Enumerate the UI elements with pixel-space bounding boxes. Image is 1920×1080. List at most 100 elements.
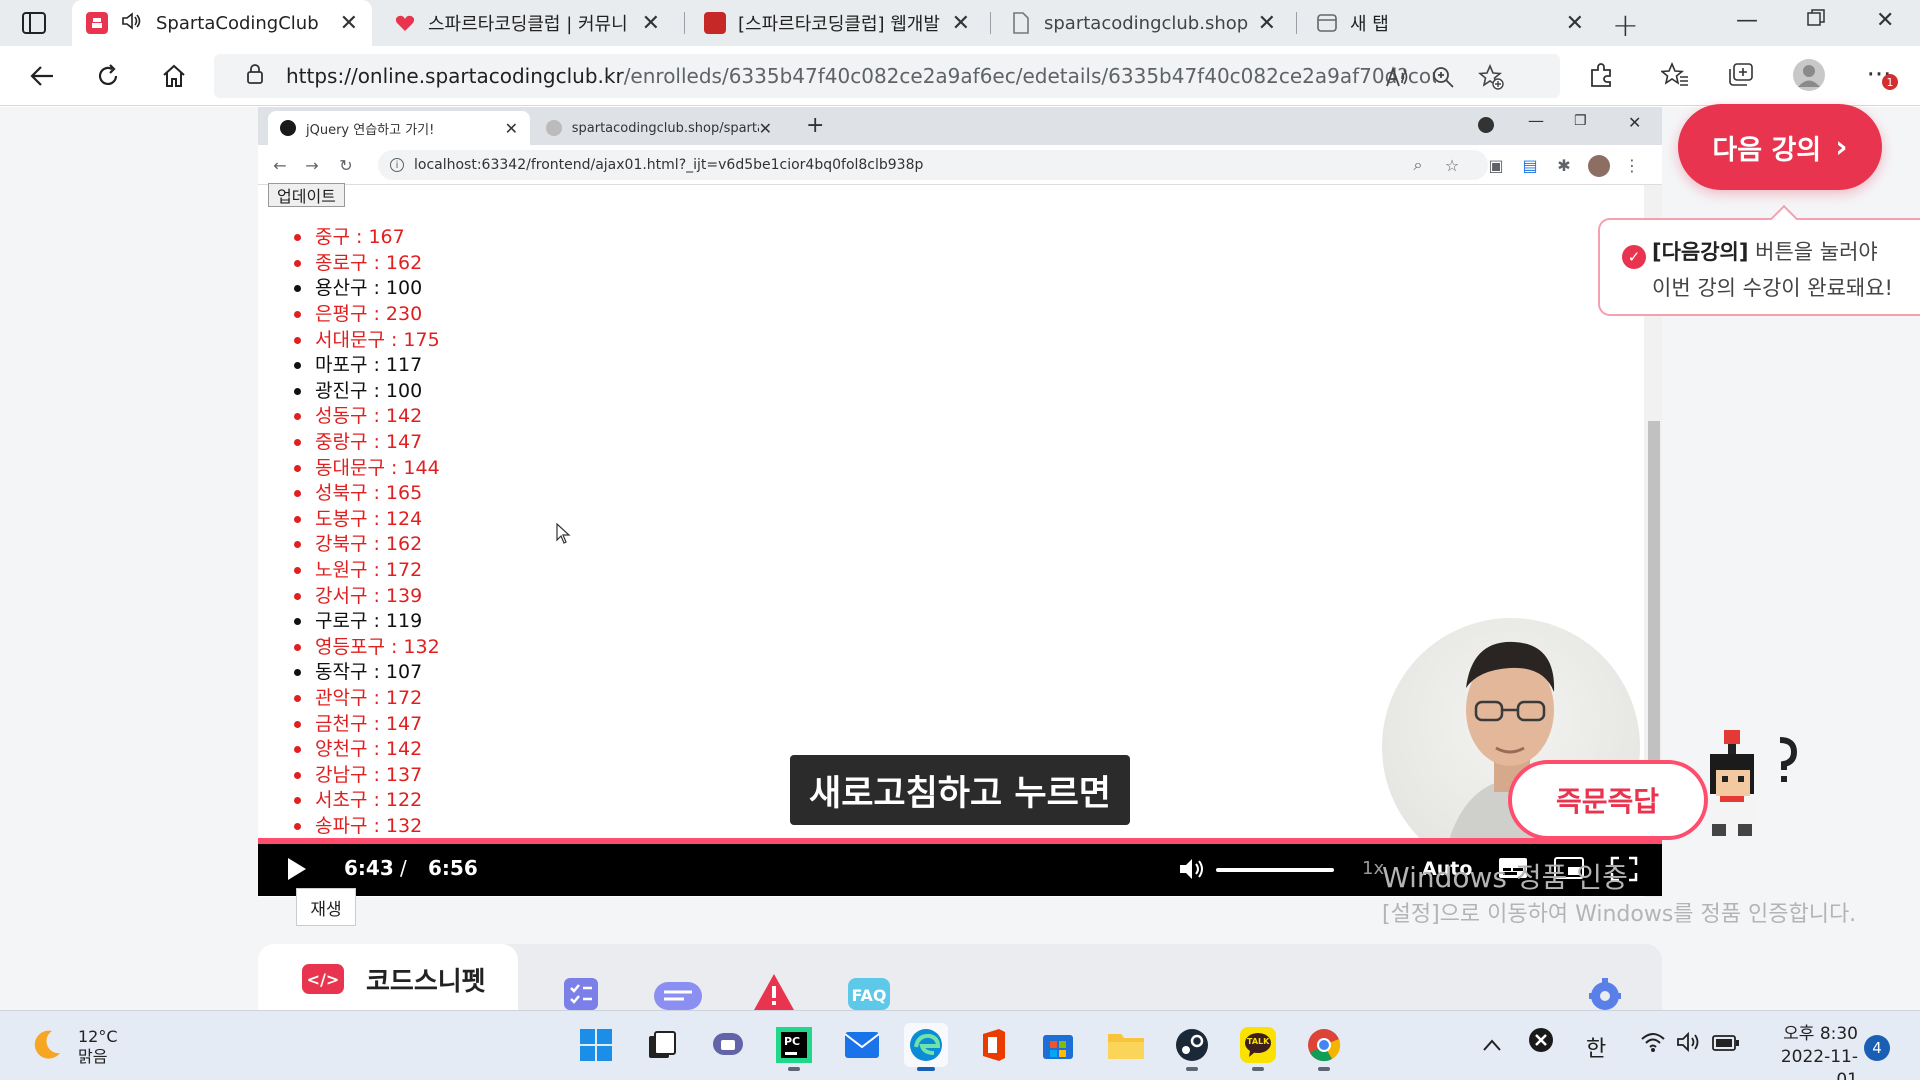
- windows-taskbar: 12°C 맑음 PC TALK 한 오후 8:30 2022-11-01 4: [0, 1010, 1920, 1080]
- running-indicator: [788, 1067, 800, 1071]
- tray-app-icon[interactable]: [1528, 1027, 1554, 1059]
- url-text[interactable]: https://online.spartacodingclub.kr/enrol…: [286, 64, 1436, 88]
- close-tab-icon[interactable]: ✕: [642, 11, 660, 36]
- bullet-icon: [294, 592, 301, 600]
- url-path: /enrolleds/6335b47f40c082ce2a9af6ec/edet…: [623, 64, 1436, 88]
- bullet-icon: [294, 362, 301, 370]
- office-icon[interactable]: [972, 1023, 1016, 1067]
- chat-icon[interactable]: [652, 972, 704, 1010]
- bullet-icon: [294, 413, 301, 421]
- windows-activation-watermark: Windows 정품 인증 [설정]으로 이동하여 Windows를 정품 인증…: [1382, 862, 1862, 930]
- district-text: 강서구 : 139: [315, 584, 423, 607]
- close-tab-icon[interactable]: ✕: [340, 11, 358, 36]
- callout-line2: 이번 강의 수강이 완료돼요!: [1652, 276, 1893, 300]
- new-tab-button[interactable]: +: [1612, 6, 1639, 44]
- back-button[interactable]: [26, 60, 58, 92]
- address-bar[interactable]: https://online.spartacodingclub.kr/enrol…: [214, 54, 1560, 98]
- minimize-button[interactable]: —: [1736, 8, 1758, 33]
- kakaotalk-icon[interactable]: TALK: [1236, 1023, 1280, 1071]
- clock-time: 오후 8:30: [1783, 1024, 1858, 1044]
- running-indicator: [1252, 1067, 1264, 1071]
- close-tab-icon[interactable]: ✕: [1566, 11, 1584, 36]
- profile-avatar[interactable]: [1792, 58, 1826, 92]
- close-tab-icon[interactable]: ✕: [952, 11, 970, 36]
- volume-slider[interactable]: [1216, 868, 1334, 872]
- bullet-icon: [294, 822, 301, 830]
- refresh-button[interactable]: [92, 60, 124, 92]
- lock-icon[interactable]: [246, 63, 268, 89]
- tab-title: 스파르타코딩클럽 | 커뮤니: [428, 14, 628, 35]
- task-view-icon[interactable]: [640, 1023, 684, 1067]
- wifi-icon[interactable]: [1640, 1031, 1666, 1059]
- inner-tab-1: spartacodingclub.shop/sparta_a ✕: [534, 111, 784, 145]
- speaker-icon[interactable]: [1676, 1031, 1702, 1059]
- show-hidden-icons[interactable]: [1482, 1033, 1502, 1058]
- code-snippet-tab[interactable]: </> 코드스니펫: [258, 944, 518, 1014]
- district-item: 용산구 : 100: [294, 276, 440, 302]
- home-button[interactable]: [158, 60, 190, 92]
- district-item: 송파구 : 132: [294, 814, 440, 840]
- audio-playing-icon[interactable]: [120, 10, 142, 37]
- collections-icon[interactable]: [1726, 60, 1756, 90]
- steam-icon[interactable]: [1170, 1023, 1214, 1071]
- notification-badge: 1: [1882, 74, 1898, 90]
- district-text: 구로구 : 119: [315, 610, 423, 633]
- moon-icon: [28, 1027, 64, 1067]
- ime-indicator[interactable]: 한: [1586, 1031, 1606, 1063]
- book-favicon-icon: [704, 12, 726, 34]
- zoom-icon[interactable]: [1430, 64, 1456, 90]
- battery-icon[interactable]: [1712, 1033, 1740, 1058]
- bullet-icon: [294, 234, 301, 242]
- chrome-icon[interactable]: [1302, 1023, 1346, 1071]
- mail-icon[interactable]: [840, 1023, 884, 1067]
- qa-badge[interactable]: 즉문즉답: [1508, 760, 1708, 840]
- volume-icon[interactable]: [1178, 856, 1206, 886]
- restore-button[interactable]: [1806, 8, 1826, 34]
- read-aloud-icon[interactable]: [1384, 64, 1410, 90]
- browser-tab-4[interactable]: 새 탭 ✕: [1302, 0, 1598, 46]
- gear-icon[interactable]: [1582, 972, 1628, 1010]
- pycharm-icon[interactable]: PC: [772, 1023, 816, 1071]
- total-time: 6:56: [428, 856, 478, 880]
- district-item: 강북구 : 162: [294, 532, 440, 558]
- faq-icon[interactable]: FAQ: [846, 972, 892, 1010]
- edge-browser-icon[interactable]: [904, 1023, 948, 1071]
- teams-chat-icon[interactable]: [706, 1023, 750, 1067]
- browser-tab-3[interactable]: spartacodingclub.shop/sp ✕: [996, 0, 1290, 46]
- extensions-icon[interactable]: [1586, 60, 1616, 90]
- bullet-icon: [294, 490, 301, 498]
- file-explorer-icon[interactable]: [1104, 1023, 1148, 1067]
- inner-tab-title: jQuery 연습하고 가기!: [306, 122, 435, 138]
- checklist-icon[interactable]: [562, 972, 602, 1010]
- browser-tab-0[interactable]: SpartaCodingClub ✕: [72, 0, 372, 46]
- system-clock[interactable]: 오후 8:30 2022-11-01: [1762, 1023, 1858, 1080]
- check-circle-icon: ✓: [1622, 245, 1646, 269]
- favorites-icon[interactable]: [1660, 60, 1690, 90]
- weather-widget[interactable]: 12°C 맑음: [28, 1027, 118, 1067]
- district-item: 동대문구 : 144: [294, 455, 440, 481]
- district-text: 은평구 : 230: [315, 303, 423, 326]
- close-window-button[interactable]: ✕: [1876, 8, 1894, 33]
- inner-back-icon: ←: [273, 155, 287, 175]
- play-button[interactable]: [288, 858, 306, 880]
- store-icon[interactable]: [1036, 1023, 1080, 1067]
- start-button[interactable]: [574, 1023, 618, 1067]
- browser-tab-2[interactable]: [스파르타코딩클럽] 웹개발 ✕: [690, 0, 984, 46]
- close-tab-icon[interactable]: ✕: [1258, 11, 1276, 36]
- notification-count[interactable]: 4: [1864, 1035, 1890, 1061]
- district-text: 종로구 : 162: [315, 251, 423, 274]
- next-lecture-button[interactable]: 다음 강의 ›: [1678, 104, 1882, 190]
- bullet-icon: [294, 336, 301, 344]
- district-text: 광진구 : 100: [315, 379, 423, 402]
- district-item: 광진구 : 100: [294, 379, 440, 405]
- add-favorite-icon[interactable]: [1478, 64, 1504, 90]
- kakaotalk-letters: TALK: [1247, 1037, 1270, 1046]
- district-text: 송파구 : 132: [315, 814, 423, 837]
- jquery-favicon-icon: [280, 120, 296, 136]
- district-item: 강서구 : 139: [294, 583, 440, 609]
- warning-icon[interactable]: [752, 972, 796, 1010]
- tab-actions-icon[interactable]: [22, 12, 46, 34]
- browser-tab-1[interactable]: 스파르타코딩클럽 | 커뮤니 ✕: [380, 0, 674, 46]
- settings-menu-icon[interactable]: ··· 1: [1864, 60, 1898, 90]
- playback-speed[interactable]: 1x: [1362, 858, 1384, 879]
